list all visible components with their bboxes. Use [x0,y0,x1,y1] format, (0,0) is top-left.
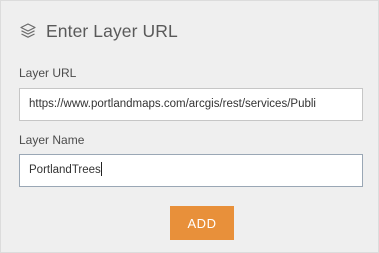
dialog-header: Enter Layer URL [19,19,178,43]
dialog-title: Enter Layer URL [46,20,178,41]
layers-icon [19,22,37,40]
layer-url-label: Layer URL [19,66,77,80]
layer-url-value: https://www.portlandmaps.com/arcgis/rest… [29,98,316,110]
layer-name-value: PortlandTrees [29,164,101,176]
layer-name-input[interactable]: PortlandTrees [19,154,363,187]
add-button[interactable]: ADD [170,206,234,240]
text-caret [100,161,102,176]
layer-name-label: Layer Name [19,133,85,147]
layer-url-input[interactable]: https://www.portlandmaps.com/arcgis/rest… [19,88,363,121]
add-layer-panel: Enter Layer URL Layer URL https://www.po… [0,0,379,253]
